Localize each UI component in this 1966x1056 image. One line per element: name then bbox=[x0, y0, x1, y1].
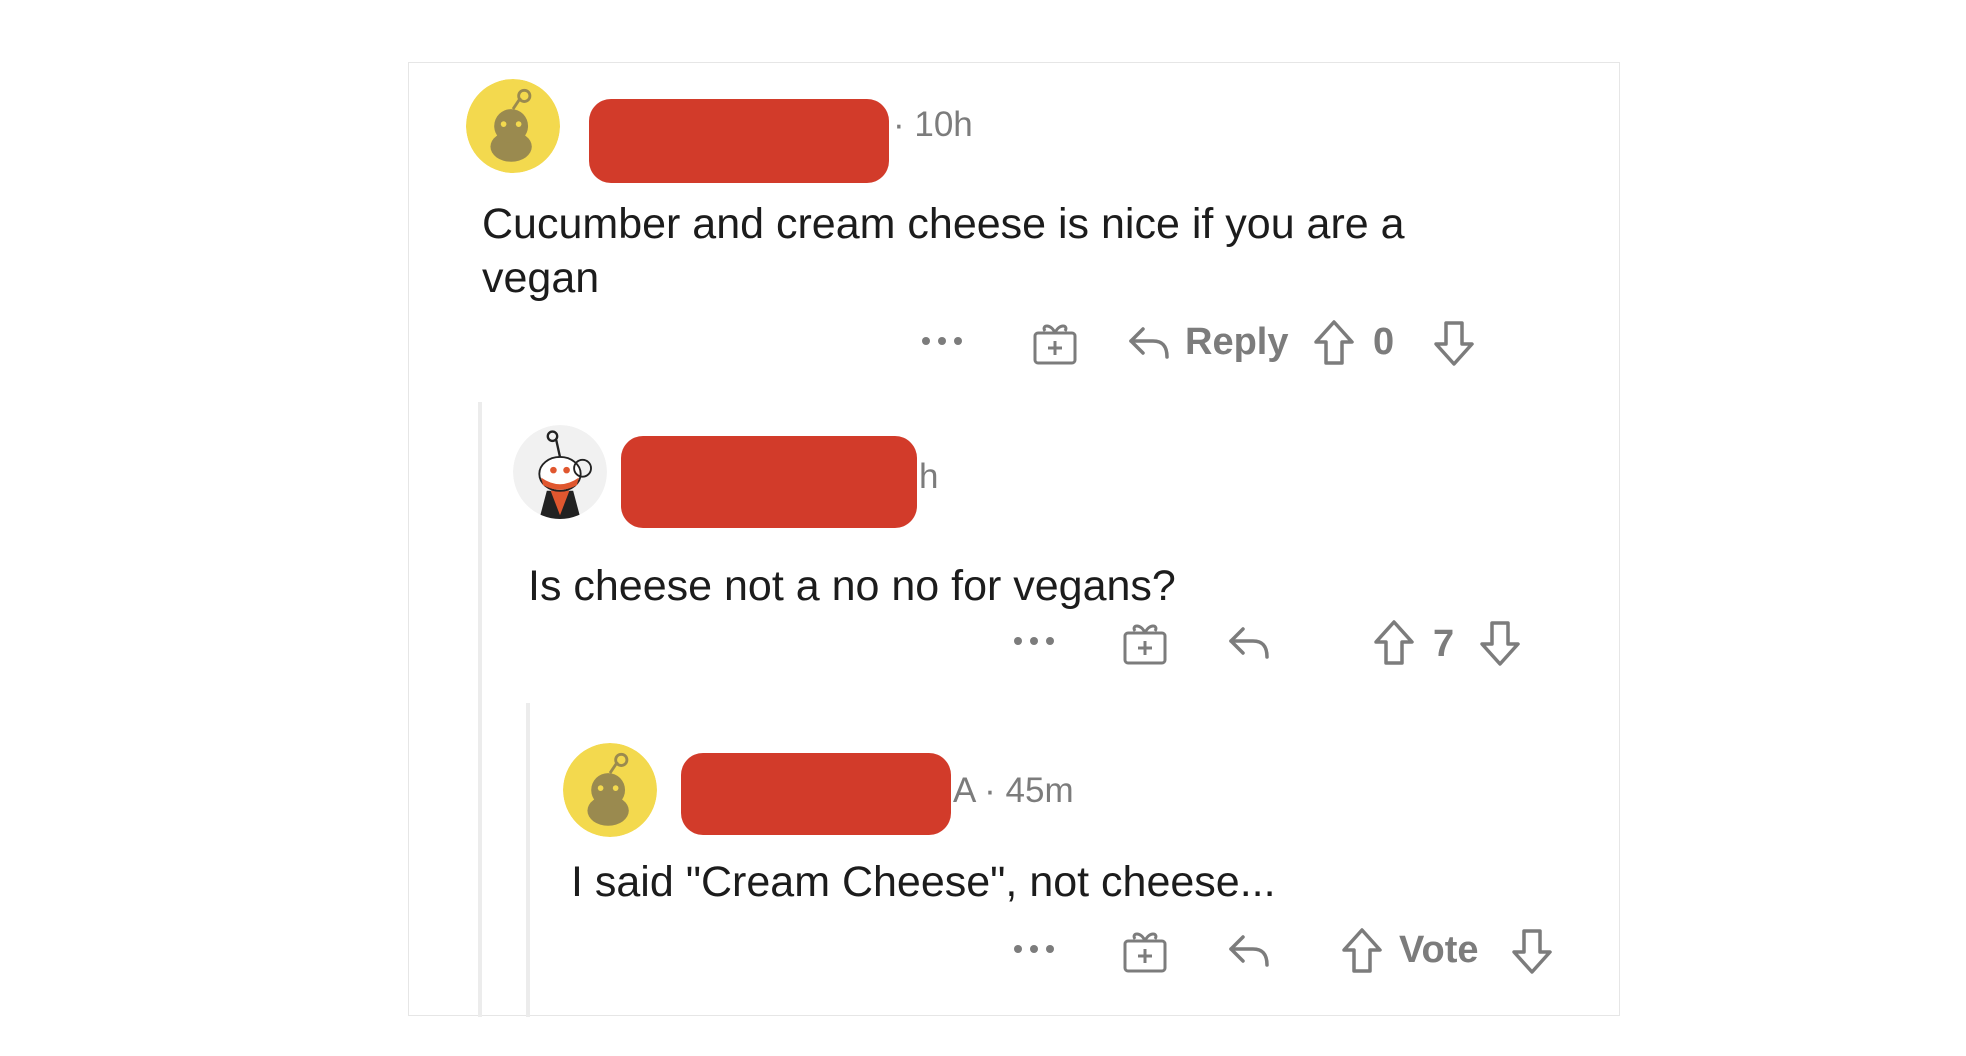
reply-arrow-icon bbox=[1129, 327, 1169, 359]
vote-label: Vote bbox=[1399, 929, 1479, 971]
upvote-button[interactable] bbox=[1369, 617, 1419, 669]
award-button[interactable] bbox=[1119, 617, 1171, 669]
downvote-button[interactable] bbox=[1507, 925, 1557, 977]
reply-label[interactable]: Reply bbox=[1185, 321, 1288, 364]
reply-button[interactable] bbox=[1225, 927, 1273, 975]
more-options-icon bbox=[922, 337, 962, 345]
comment-body: Is cheese not a no no for vegans? bbox=[528, 562, 1176, 610]
award-button[interactable] bbox=[1119, 925, 1171, 977]
downvote-arrow-icon bbox=[1434, 321, 1474, 366]
redacted-username bbox=[681, 753, 951, 835]
upvote-arrow-icon bbox=[1314, 320, 1354, 365]
downvote-button[interactable] bbox=[1429, 317, 1479, 369]
reply-button[interactable] bbox=[1125, 319, 1173, 367]
more-options-button[interactable] bbox=[1009, 929, 1059, 969]
reply-arrow-icon bbox=[1229, 627, 1269, 659]
award-gift-icon bbox=[1123, 624, 1167, 665]
redacted-username bbox=[621, 436, 917, 528]
upvote-button[interactable] bbox=[1337, 925, 1387, 977]
snoo-avatar-icon bbox=[563, 743, 657, 837]
avatar[interactable] bbox=[466, 79, 560, 173]
snoo-avatar-icon bbox=[513, 425, 607, 519]
upvote-arrow-icon bbox=[1374, 620, 1414, 665]
award-gift-icon bbox=[1123, 932, 1167, 973]
downvote-arrow-icon bbox=[1512, 929, 1552, 974]
comment-timestamp: h bbox=[919, 457, 939, 496]
comment-thread-card: · 10h Cucumber and cream cheese is nice … bbox=[408, 62, 1620, 1017]
reply-arrow-icon bbox=[1229, 935, 1269, 967]
avatar[interactable] bbox=[563, 743, 657, 837]
snoo-avatar-icon bbox=[466, 79, 560, 173]
redacted-username bbox=[589, 99, 889, 183]
more-options-icon bbox=[1014, 945, 1054, 953]
thread-line-level-2[interactable] bbox=[526, 703, 530, 1017]
reply-button[interactable] bbox=[1225, 619, 1273, 667]
award-button[interactable] bbox=[1029, 317, 1081, 369]
more-options-button[interactable] bbox=[917, 321, 967, 361]
downvote-arrow-icon bbox=[1480, 621, 1520, 666]
thread-line-level-1[interactable] bbox=[478, 402, 482, 1017]
more-options-button[interactable] bbox=[1009, 621, 1059, 661]
upvote-arrow-icon bbox=[1342, 928, 1382, 973]
avatar[interactable] bbox=[513, 425, 607, 519]
award-gift-icon bbox=[1033, 324, 1077, 365]
vote-count: 7 bbox=[1433, 623, 1455, 665]
comment-timestamp: · 10h bbox=[893, 105, 973, 144]
vote-count: 0 bbox=[1373, 321, 1395, 363]
downvote-button[interactable] bbox=[1475, 617, 1525, 669]
comment-timestamp: A · 45m bbox=[953, 771, 1074, 810]
comment-body: Cucumber and cream cheese is nice if you… bbox=[482, 200, 1405, 302]
more-options-icon bbox=[1014, 637, 1054, 645]
comment-body: I said "Cream Cheese", not cheese... bbox=[571, 858, 1276, 906]
upvote-button[interactable] bbox=[1309, 317, 1359, 369]
